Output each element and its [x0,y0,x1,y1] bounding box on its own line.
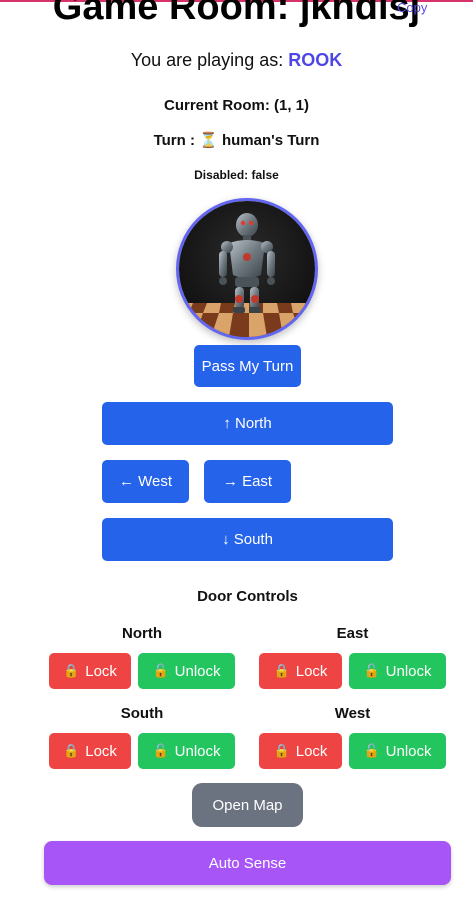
auto-sense-button[interactable]: Auto Sense [44,841,451,885]
unlock-south-button[interactable]: 🔓 Unlock [138,733,235,769]
player-avatar [176,198,318,340]
unlock-icon: 🔓 [363,743,380,758]
current-room: Current Room: (1, 1) [163,97,309,114]
lock-west-button[interactable]: 🔒 Lock [259,733,342,769]
lock-east-button[interactable]: 🔒 Lock [259,653,342,689]
player-role: ROOK [288,50,343,70]
lock-icon: 🔒 [63,663,80,678]
turn-label: Turn : [153,132,195,149]
lock-south-button[interactable]: 🔒 Lock [49,733,131,769]
disabled-status: Disabled: false [194,168,279,182]
door-label-east: East [336,625,369,642]
move-south-button[interactable]: ↓ South [102,518,393,561]
turn-indicator: Turn : ⏳ human's Turn [0,131,473,149]
playing-as-line: You are playing as: ROOK [0,50,473,71]
copy-room-link[interactable]: Copy [397,0,427,15]
lock-icon: 🔒 [273,743,290,758]
move-west-button[interactable]: ← West [102,460,189,503]
unlock-label: Unlock [174,742,221,760]
unlock-icon: 🔓 [363,663,380,678]
lock-icon: 🔒 [273,663,290,678]
door-label-west: West [334,705,371,722]
unlock-icon: 🔓 [152,743,169,758]
door-label-north: North [122,625,162,642]
door-controls-heading: Door Controls [197,588,298,605]
lock-label: Lock [85,742,117,760]
lock-label: Lock [295,662,328,680]
hourglass-icon: ⏳ [199,132,218,149]
lock-label: Lock [295,742,328,760]
unlock-east-button[interactable]: 🔓 Unlock [349,653,446,689]
unlock-label: Unlock [385,742,432,760]
robot-avatar-image [179,201,315,337]
open-map-button[interactable]: Open Map [192,783,303,827]
move-north-button[interactable]: ↑ North [102,402,393,445]
lock-label: Lock [85,662,117,680]
unlock-label: Unlock [385,662,432,680]
unlock-west-button[interactable]: 🔓 Unlock [349,733,446,769]
door-label-south: South [120,705,164,722]
playing-as-label: You are playing as: [130,50,284,70]
lock-icon: 🔒 [63,743,80,758]
unlock-label: Unlock [174,662,221,680]
move-east-button[interactable]: → East [204,460,291,503]
unlock-icon: 🔓 [152,663,169,678]
unlock-north-button[interactable]: 🔓 Unlock [138,653,235,689]
turn-owner: human's Turn [221,132,320,149]
lock-north-button[interactable]: 🔒 Lock [49,653,131,689]
pass-turn-button[interactable]: Pass My Turn [194,345,301,387]
